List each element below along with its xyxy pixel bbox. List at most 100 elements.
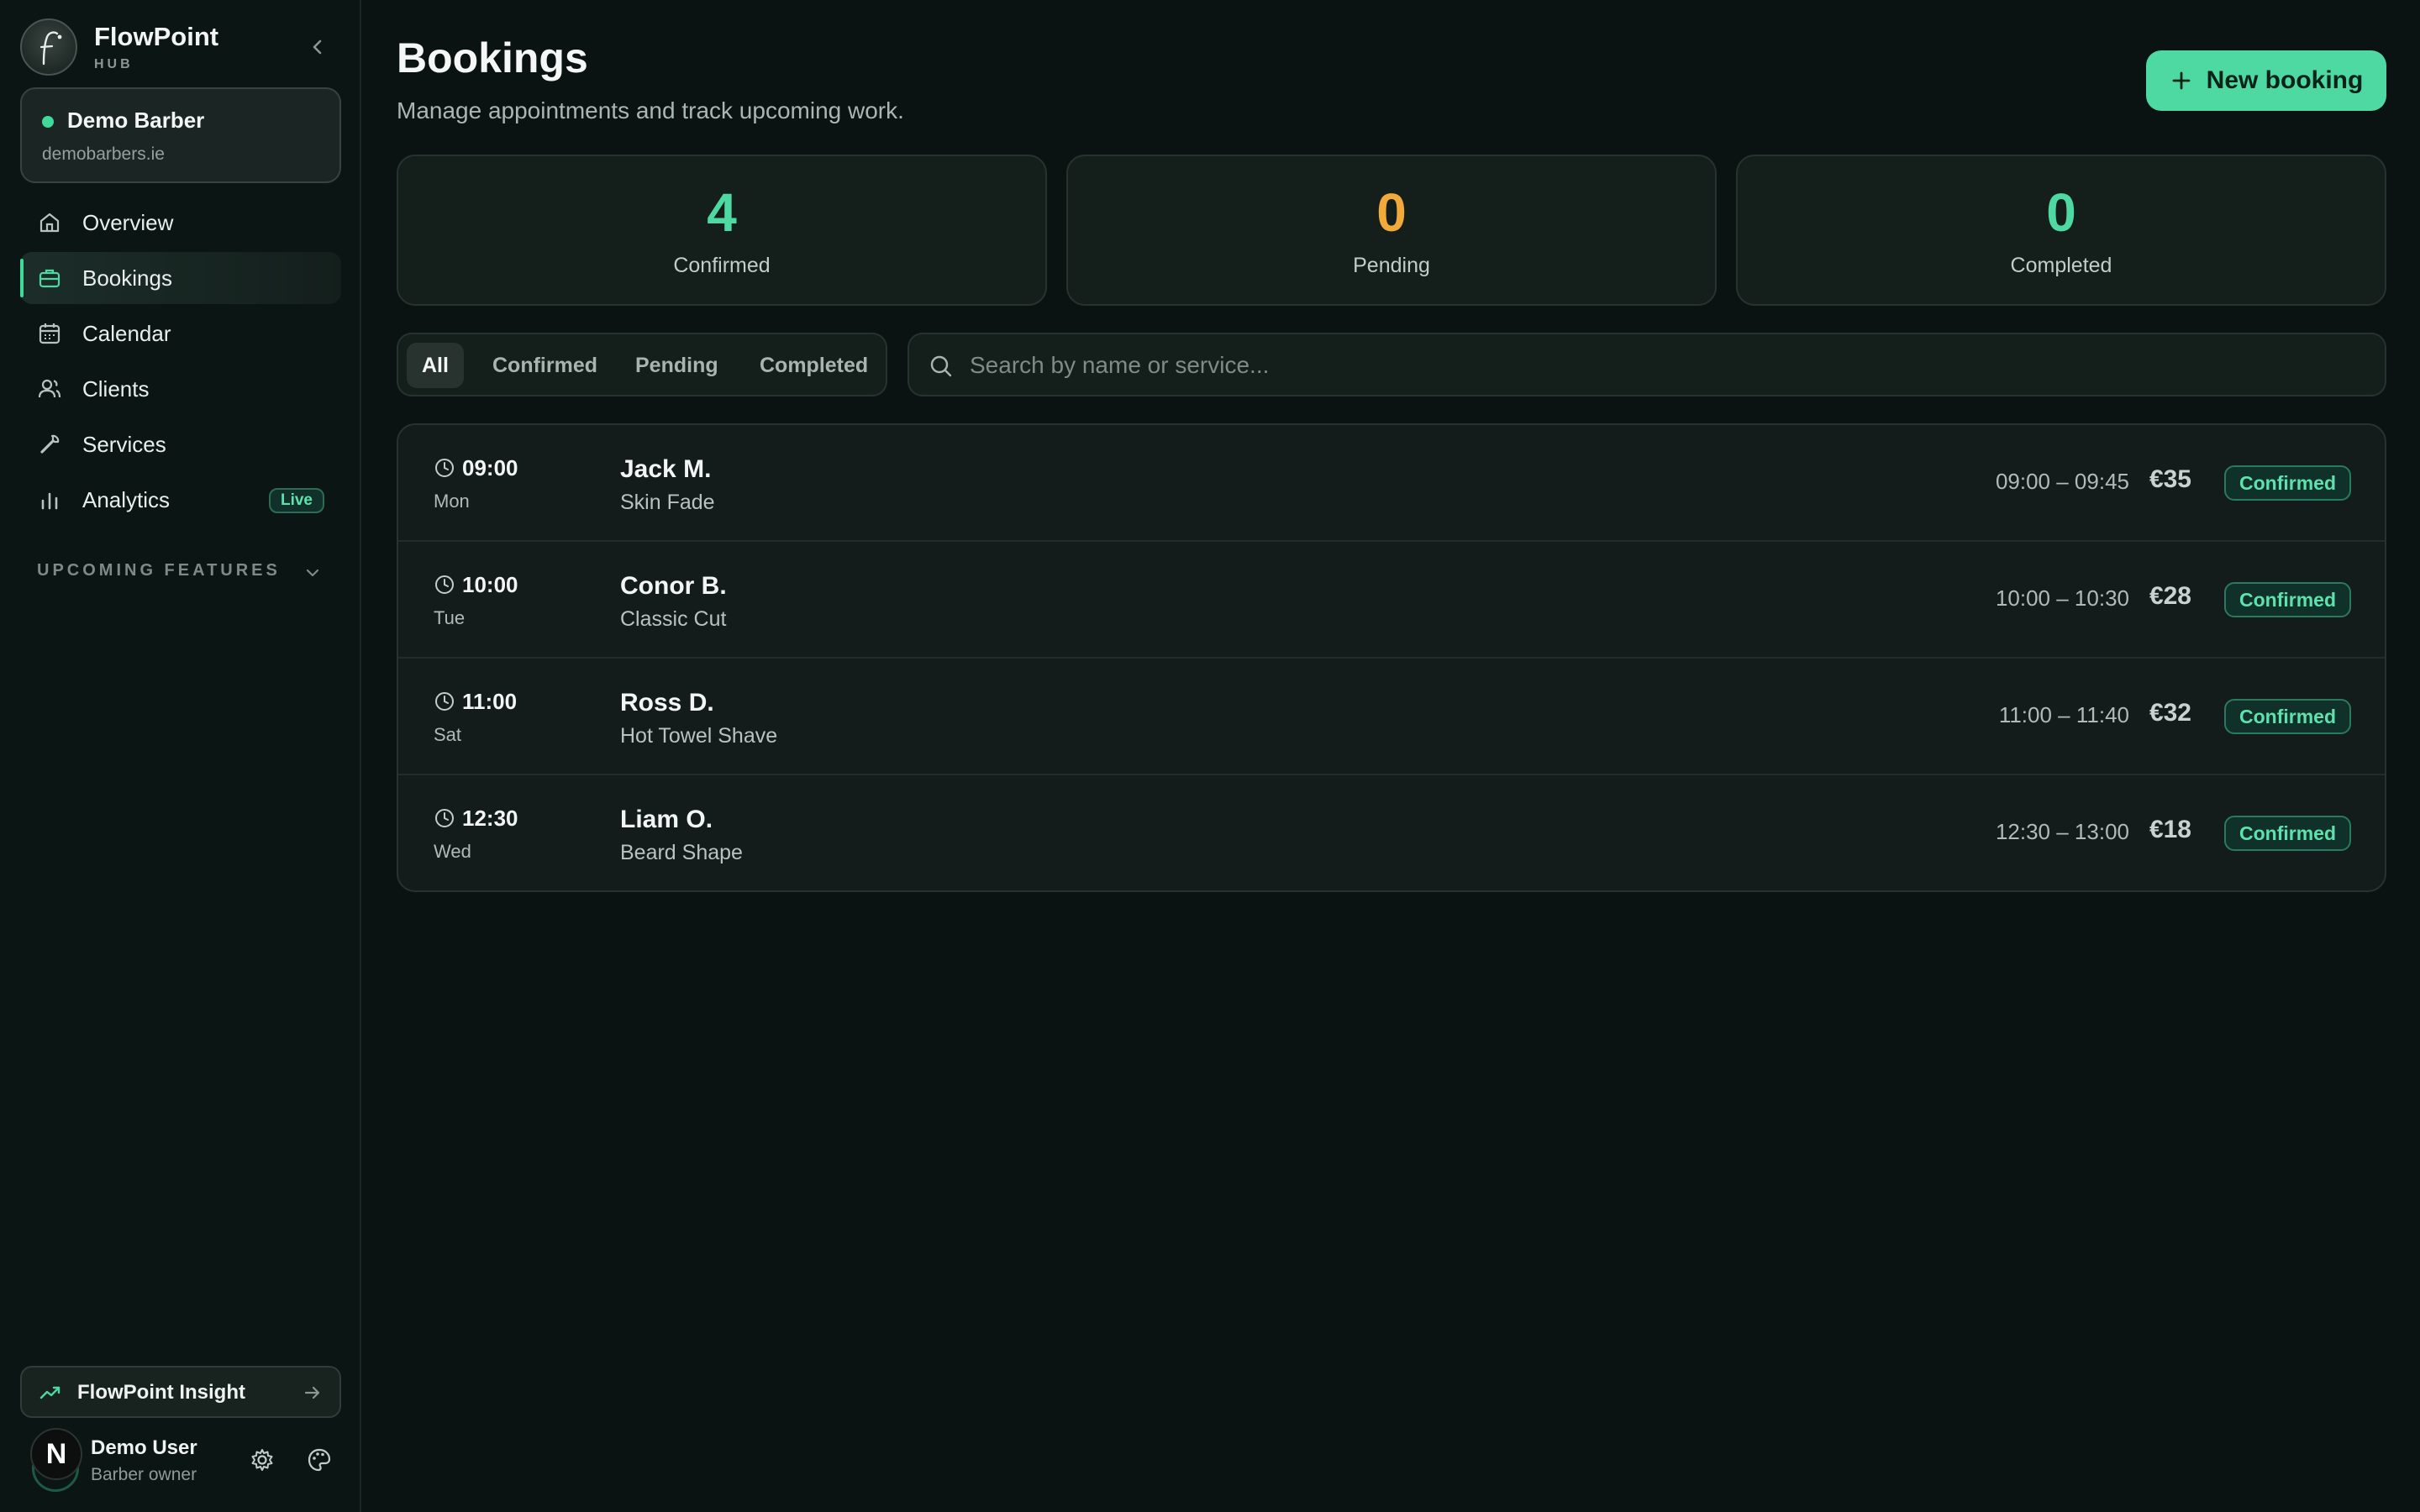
booking-time: 09:00 bbox=[462, 455, 518, 480]
booking-row[interactable]: 10:00 Tue Conor B. Classic Cut 10:00 – 1… bbox=[398, 542, 2385, 659]
bookings-list: 09:00 Mon Jack M. Skin Fade 09:00 – 09:4… bbox=[397, 423, 2386, 892]
stat-label: Confirmed bbox=[673, 254, 771, 277]
service-name: Beard Shape bbox=[620, 841, 743, 864]
booking-time: 12:30 bbox=[462, 806, 518, 831]
sidebar-nav: Overview Bookings Calendar Clients Servi… bbox=[20, 197, 341, 529]
main-content: Bookings Manage appointments and track u… bbox=[363, 0, 2420, 1512]
booking-row[interactable]: 11:00 Sat Ross D. Hot Towel Shave 11:00 … bbox=[398, 659, 2385, 775]
booking-price: €18 bbox=[2149, 816, 2191, 843]
sidebar-item-label: Calendar bbox=[82, 320, 171, 346]
time-range: 11:00 – 11:40 bbox=[1998, 702, 2129, 727]
plus-icon bbox=[2172, 71, 2191, 90]
search-icon bbox=[930, 355, 952, 377]
booking-day: Sat bbox=[434, 724, 462, 745]
workspace-url: demobarbers.ie bbox=[42, 144, 165, 164]
wrench-icon bbox=[40, 434, 60, 454]
filter-tab-all[interactable]: All bbox=[407, 343, 464, 388]
booking-price: €35 bbox=[2149, 465, 2191, 493]
brand-logo-icon bbox=[20, 18, 77, 76]
sidebar-item-services[interactable]: Services bbox=[20, 418, 341, 470]
status-badge: Confirmed bbox=[2224, 699, 2351, 734]
service-name: Skin Fade bbox=[620, 491, 715, 514]
arrow-right-icon bbox=[304, 1386, 320, 1399]
status-filter-tabs: All Confirmed Pending Completed bbox=[397, 333, 887, 396]
stat-value: 0 bbox=[1376, 182, 1407, 243]
workspace-status-dot bbox=[42, 116, 54, 128]
new-booking-button[interactable]: New booking bbox=[2146, 50, 2386, 111]
app-root: FlowPoint HUB Demo Barber demobarbers.ie… bbox=[0, 0, 2420, 1512]
user-name: Demo User bbox=[91, 1436, 197, 1459]
status-badge: Confirmed bbox=[2224, 816, 2351, 851]
clock-icon bbox=[435, 692, 454, 711]
user-profile: N Demo User Barber owner bbox=[20, 1428, 341, 1495]
filter-tab-confirmed[interactable]: Confirmed bbox=[477, 343, 613, 388]
sidebar-item-overview[interactable]: Overview bbox=[20, 197, 341, 249]
brand[interactable]: FlowPoint HUB bbox=[20, 18, 341, 77]
booking-day: Tue bbox=[434, 607, 466, 628]
sidebar-item-clients[interactable]: Clients bbox=[20, 363, 341, 415]
sidebar-item-label: Bookings bbox=[82, 265, 172, 291]
service-name: Hot Towel Shave bbox=[620, 724, 778, 748]
filter-tab-pending[interactable]: Pending bbox=[620, 343, 734, 388]
time-range: 09:00 – 09:45 bbox=[1995, 469, 2129, 494]
new-booking-label: New booking bbox=[2206, 66, 2364, 94]
sidebar-item-label: Analytics bbox=[82, 486, 171, 512]
booking-day: Mon bbox=[434, 491, 470, 512]
brand-sub: HUB bbox=[94, 57, 134, 71]
user-role: Barber owner bbox=[91, 1465, 197, 1484]
avatar[interactable]: N bbox=[30, 1428, 82, 1480]
live-badge: Live bbox=[268, 488, 324, 513]
briefcase-icon bbox=[39, 269, 60, 288]
booking-price: €32 bbox=[2149, 699, 2191, 727]
booking-price: €28 bbox=[2149, 582, 2191, 610]
upcoming-features-label: UPCOMING FEATURES bbox=[37, 561, 281, 580]
status-badge: Confirmed bbox=[2224, 465, 2351, 501]
service-name: Classic Cut bbox=[620, 607, 727, 631]
time-range: 12:30 – 13:00 bbox=[1995, 819, 2129, 844]
stat-value: 4 bbox=[707, 182, 737, 243]
gear-icon[interactable] bbox=[249, 1446, 276, 1473]
page-subtitle: Manage appointments and track upcoming w… bbox=[397, 97, 904, 123]
bar-chart-icon bbox=[41, 492, 58, 510]
client-name: Conor B. bbox=[620, 572, 727, 600]
client-name: Jack M. bbox=[620, 455, 712, 483]
collapse-sidebar-button[interactable] bbox=[302, 32, 333, 62]
upcoming-features-toggle[interactable]: UPCOMING FEATURES bbox=[37, 561, 323, 586]
chevron-down-icon bbox=[306, 569, 319, 577]
clock-icon bbox=[435, 459, 454, 477]
filter-tab-completed[interactable]: Completed bbox=[744, 343, 883, 388]
search-input[interactable] bbox=[970, 344, 2365, 386]
search-box bbox=[908, 333, 2386, 396]
stat-label: Pending bbox=[1353, 254, 1430, 277]
stat-value: 0 bbox=[2046, 182, 2076, 243]
client-name: Ross D. bbox=[620, 689, 714, 717]
sidebar-item-bookings[interactable]: Bookings bbox=[20, 252, 341, 304]
flowpoint-insight-button[interactable]: FlowPoint Insight bbox=[20, 1366, 341, 1418]
palette-icon[interactable] bbox=[306, 1446, 333, 1473]
sidebar-item-label: Clients bbox=[82, 375, 150, 402]
workspace-switcher[interactable]: Demo Barber demobarbers.ie bbox=[20, 87, 341, 183]
booking-day: Wed bbox=[434, 841, 471, 862]
stat-card-confirmed: 4 Confirmed bbox=[397, 155, 1047, 306]
page-title: Bookings bbox=[397, 34, 588, 81]
stat-card-pending: 0 Pending bbox=[1066, 155, 1717, 306]
users-icon bbox=[38, 379, 61, 398]
time-range: 10:00 – 10:30 bbox=[1995, 585, 2129, 611]
booking-time: 10:00 bbox=[462, 572, 518, 597]
stats-row: 4 Confirmed 0 Pending 0 Completed bbox=[397, 155, 2386, 306]
status-badge: Confirmed bbox=[2224, 582, 2351, 617]
sidebar-item-label: Overview bbox=[82, 209, 174, 235]
client-name: Liam O. bbox=[620, 806, 713, 833]
sidebar-item-analytics[interactable]: Analytics Live bbox=[20, 474, 341, 526]
sidebar: FlowPoint HUB Demo Barber demobarbers.ie… bbox=[0, 0, 361, 1512]
clock-icon bbox=[435, 575, 454, 594]
booking-row[interactable]: 12:30 Wed Liam O. Beard Shape 12:30 – 13… bbox=[398, 775, 2385, 890]
sidebar-item-calendar[interactable]: Calendar bbox=[20, 307, 341, 360]
calendar-icon bbox=[39, 323, 60, 344]
insight-label: FlowPoint Insight bbox=[77, 1381, 245, 1404]
booking-row[interactable]: 09:00 Mon Jack M. Skin Fade 09:00 – 09:4… bbox=[398, 425, 2385, 542]
chevron-left-icon bbox=[313, 39, 322, 55]
brand-name: FlowPoint bbox=[94, 22, 219, 51]
stat-label: Completed bbox=[2010, 254, 2112, 277]
clock-icon bbox=[435, 809, 454, 827]
